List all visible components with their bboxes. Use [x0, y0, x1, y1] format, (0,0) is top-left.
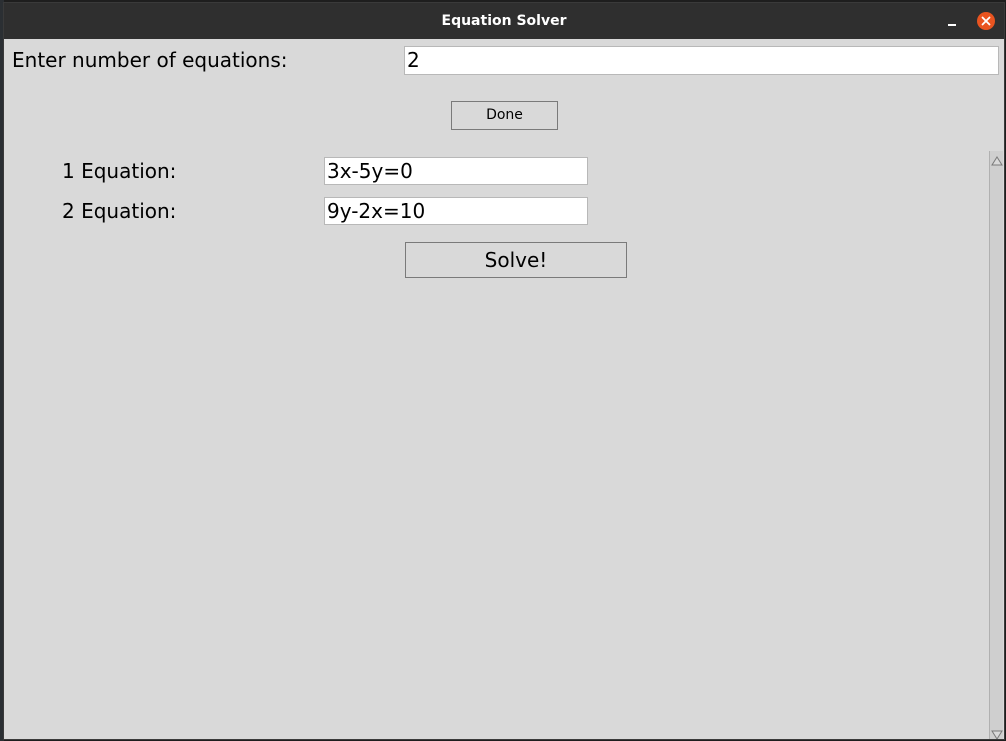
equation-2-label: 2 Equation:	[62, 199, 177, 223]
title-bar[interactable]: Equation Solver	[4, 3, 1004, 39]
equation-solver-window: Equation Solver Enter number of equation…	[3, 2, 1005, 740]
equation-count-input[interactable]: 2	[404, 46, 999, 75]
close-icon[interactable]	[977, 12, 995, 30]
done-button[interactable]: Done	[451, 101, 558, 130]
window-title: Equation Solver	[441, 13, 567, 29]
triangle-up-icon[interactable]	[991, 152, 1003, 166]
equation-count-label: Enter number of equations:	[12, 48, 288, 72]
equation-2-input[interactable]: 9y-2x=10	[324, 197, 588, 225]
equation-1-input[interactable]: 3x-5y=0	[324, 157, 588, 185]
vertical-scrollbar[interactable]	[989, 151, 1003, 739]
equation-1-label: 1 Equation:	[62, 159, 177, 183]
triangle-down-icon[interactable]	[991, 726, 1003, 739]
minimize-icon[interactable]	[943, 12, 961, 30]
scrollbar-trough[interactable]	[991, 165, 1003, 725]
solve-button[interactable]: Solve!	[405, 242, 627, 278]
